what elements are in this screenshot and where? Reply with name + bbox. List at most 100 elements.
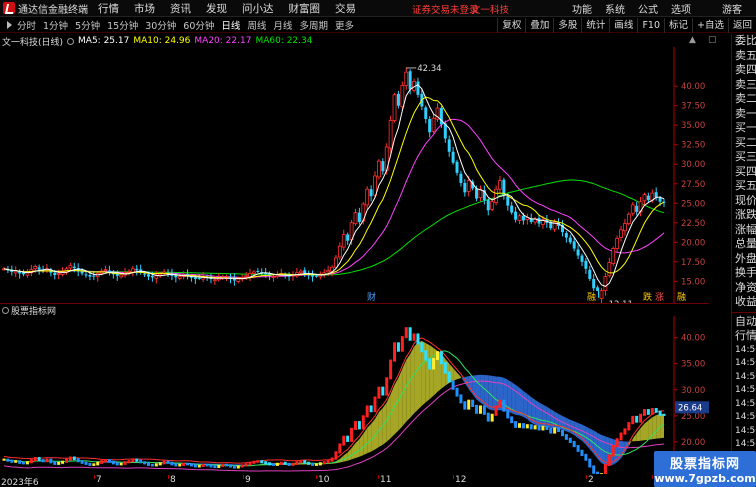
date-axis-label: 11 <box>380 475 392 485</box>
indicator-bar <box>467 399 471 410</box>
settings-circle-icon[interactable] <box>67 37 75 45</box>
period-tab-30min[interactable]: 30分钟 <box>145 18 176 32</box>
menu-item-function[interactable]: 功能 <box>572 1 592 16</box>
main-kline-chart[interactable]: 40.00 37.50 35.00 32.50 30.00 27.50 25.00 22.50… <box>0 47 709 303</box>
indicator-bar <box>482 405 486 415</box>
period-toolbar: 分时 1分钟 5分钟 15分钟 30分钟 60分钟 日线 周线 月线 多周期 更… <box>0 18 756 33</box>
watermark-url: www.7gpzb.com <box>654 472 756 485</box>
menu-item-discover[interactable]: 发现 <box>206 1 227 16</box>
indicator-bar <box>150 463 154 467</box>
candle-body <box>486 200 490 211</box>
quote-label: 买五 <box>735 179 756 192</box>
expand-icon[interactable]: ▲ <box>689 36 698 45</box>
menu-item-ask[interactable]: 问小达 <box>242 1 274 16</box>
menu-item-options[interactable]: 选项 <box>671 1 691 16</box>
candle-body <box>466 180 471 192</box>
period-tab-intraday[interactable]: 分时 <box>17 18 36 32</box>
indicator-bar <box>432 357 436 370</box>
candle-body <box>490 201 495 210</box>
chart-tools: 复权 叠加 多股 统计 画线 F10 标记 +自选 返回 <box>497 18 756 33</box>
indicator-bar <box>135 458 139 462</box>
indicator-bar <box>92 463 96 466</box>
indicator-bar <box>576 445 580 452</box>
date-axis-label: 10 <box>318 475 330 485</box>
period-tab-daily[interactable]: 日线 <box>221 18 240 32</box>
indicator-bar <box>486 412 490 422</box>
indicator-bar <box>229 464 233 468</box>
indicator-bar <box>61 460 65 464</box>
candle-body <box>396 93 400 106</box>
indicator-band <box>406 354 411 422</box>
event-marker[interactable]: 融 <box>677 292 686 303</box>
event-marker[interactable]: 融 <box>587 292 596 303</box>
candle-body <box>303 270 307 274</box>
indicator-bar <box>588 458 592 468</box>
tool-f10-button[interactable]: F10 <box>637 18 664 33</box>
period-tab-weekly[interactable]: 周线 <box>247 18 266 32</box>
indicator-bar <box>428 358 432 370</box>
indicator-bar <box>244 463 248 467</box>
indicator-bar <box>553 427 557 434</box>
tool-multi-stock-button[interactable]: 多股 <box>553 18 581 33</box>
indicator-bar <box>107 459 111 463</box>
side-panel-tab[interactable]: 自动 <box>732 315 756 330</box>
period-tab-60min[interactable]: 60分钟 <box>183 18 214 32</box>
candle-body <box>72 266 76 269</box>
date-axis-label: 2 <box>588 475 594 485</box>
play-arrow-icon[interactable] <box>7 21 12 29</box>
candle-body <box>646 195 650 201</box>
guest-label[interactable]: 游客 <box>722 1 742 16</box>
indicator-band <box>515 384 520 416</box>
period-tab-15min[interactable]: 15分钟 <box>107 18 138 32</box>
indicator-bar <box>100 460 104 464</box>
quote-label: 卖三 <box>735 77 756 91</box>
tool-add-watchlist-button[interactable]: +自选 <box>692 18 728 33</box>
candle-body <box>377 160 381 178</box>
event-marker[interactable]: 财 <box>367 291 376 303</box>
indicator-bar <box>154 463 158 467</box>
menu-item-news[interactable]: 资讯 <box>170 1 191 16</box>
menu-item-trade[interactable]: 交易 <box>335 1 356 16</box>
indicator-bar <box>256 460 260 463</box>
menu-item-formula[interactable]: 公式 <box>638 1 658 16</box>
ma10-value: MA10: 24.96 <box>133 36 191 46</box>
tool-adjust-button[interactable]: 复权 <box>497 18 525 33</box>
tool-draw-button[interactable]: 画线 <box>609 18 637 33</box>
candle-body <box>400 85 405 108</box>
indicator-bar <box>568 437 572 443</box>
maximize-icon[interactable]: ▢ <box>708 36 717 45</box>
period-tab-monthly[interactable]: 月线 <box>273 18 292 32</box>
period-tab-1min[interactable]: 1分钟 <box>43 18 68 32</box>
side-panel-tab[interactable]: 行情 <box>732 329 756 344</box>
menu-item-system[interactable]: 系统 <box>605 1 625 16</box>
indicator-bar <box>2 458 6 461</box>
indicator-band <box>460 376 465 384</box>
app-logo-icon <box>3 2 15 14</box>
period-tab-5min[interactable]: 5分钟 <box>75 18 100 32</box>
indicator-bar <box>166 460 170 464</box>
menu-item-quotes[interactable]: 行情 <box>98 1 119 16</box>
sub-settings-icon[interactable] <box>2 306 9 314</box>
tool-overlay-button[interactable]: 叠加 <box>525 18 553 33</box>
indicator-chart[interactable]: 40.00 35.00 30.00 25.00 20.00 26.64 <box>0 316 709 474</box>
menu-item-wealth-circle[interactable]: 财富圈 <box>289 1 321 16</box>
indicator-bar <box>119 462 123 466</box>
trade-time: 14:50 <box>735 371 756 382</box>
tool-stats-button[interactable]: 统计 <box>581 18 609 33</box>
tool-back-button[interactable]: 返回 <box>727 18 756 33</box>
indicator-bar <box>662 413 666 417</box>
tool-mark-button[interactable]: 标记 <box>664 18 692 33</box>
event-marker[interactable]: 跌 <box>643 292 652 303</box>
event-marker[interactable]: 涨 <box>655 292 664 303</box>
candle-body <box>357 212 361 222</box>
menu-item-market[interactable]: 市场 <box>134 1 155 16</box>
indicator-bar <box>6 458 10 462</box>
period-tab-more[interactable]: 更多 <box>335 18 354 32</box>
period-tab-multi[interactable]: 多周期 <box>299 18 328 32</box>
login-status[interactable]: 证券交易未登录 <box>412 2 479 16</box>
date-axis-label: 2023年6 <box>1 478 39 487</box>
indicator-bar <box>131 458 135 463</box>
indicator-bar <box>322 461 326 465</box>
indicator-bar <box>283 461 287 465</box>
candle-body <box>611 248 616 264</box>
